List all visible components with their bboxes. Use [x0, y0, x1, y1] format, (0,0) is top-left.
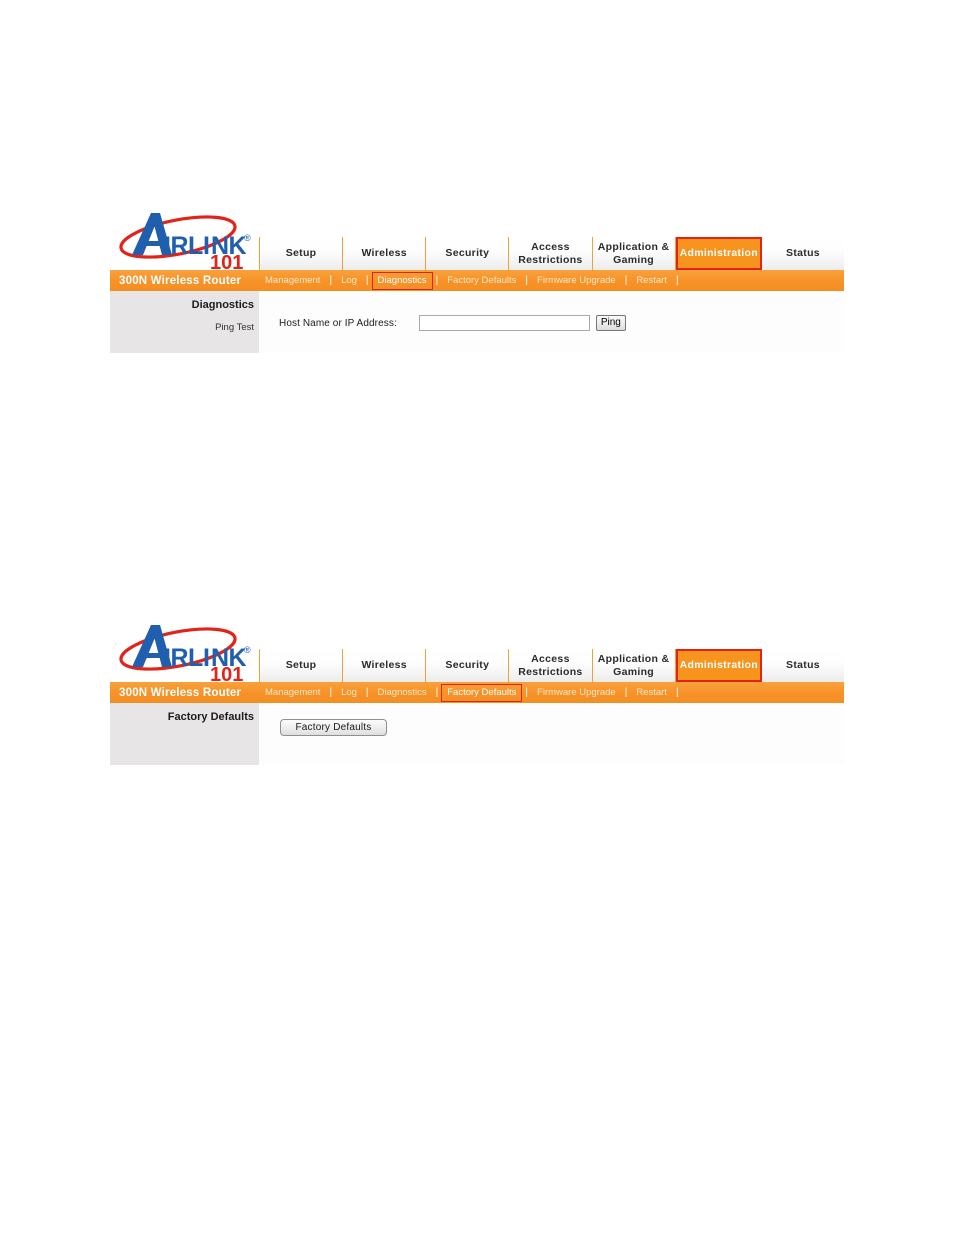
airlink-logo-icon: IRL I NK ® 101 — [119, 625, 251, 682]
tab-setup[interactable]: Setup — [259, 649, 344, 682]
subnav-link-log[interactable]: Log — [335, 684, 363, 702]
tab-application-gaming[interactable]: Application & Gaming — [592, 649, 676, 682]
svg-text:®: ® — [244, 645, 251, 655]
ping-button[interactable]: Ping — [595, 315, 626, 331]
svg-text:101: 101 — [210, 664, 243, 682]
subnav-link-log[interactable]: Log — [335, 272, 363, 290]
tab-application-gaming[interactable]: Application & Gaming — [592, 237, 676, 270]
sidebar-section-title: Diagnostics — [191, 299, 254, 311]
svg-text:I: I — [203, 644, 209, 672]
tab-access-restrictions[interactable]: Access Restrictions — [509, 649, 593, 682]
subnav-link-management[interactable]: Management — [259, 272, 326, 290]
subnav-link-management[interactable]: Management — [259, 684, 326, 702]
sub-navigation-bar: 300N Wireless Router Management | Log | … — [110, 270, 844, 291]
ping-test-row: Host Name or IP Address: Ping — [279, 315, 626, 331]
panel-body: Diagnostics Ping Test Host Name or IP Ad… — [110, 291, 844, 353]
router-admin-panel-diagnostics: IRL I NK ® 101 Setup Wireless Security A… — [110, 205, 845, 353]
sidebar-section-subtitle: Ping Test — [215, 322, 254, 333]
subnav-separator: | — [675, 686, 679, 698]
subnav-link-factory-defaults[interactable]: Factory Defaults — [441, 683, 523, 702]
airlink-logo: IRL I NK ® 101 — [110, 617, 259, 682]
subnav-separator: | — [525, 274, 529, 286]
panel-content: Host Name or IP Address: Ping — [259, 291, 844, 353]
tab-wireless[interactable]: Wireless — [343, 237, 427, 270]
model-name-label: 300N Wireless Router — [119, 686, 242, 699]
svg-text:IRL: IRL — [164, 232, 203, 260]
host-name-label: Host Name or IP Address: — [279, 317, 397, 329]
svg-text:IRL: IRL — [164, 644, 203, 672]
tab-status[interactable]: Status — [761, 649, 845, 682]
svg-text:®: ® — [244, 233, 251, 243]
tab-access-restrictions[interactable]: Access Restrictions — [509, 237, 593, 270]
subnav-link-firmware-upgrade[interactable]: Firmware Upgrade — [531, 272, 622, 290]
tab-status[interactable]: Status — [761, 237, 845, 270]
main-tab-strip: Setup Wireless Security Access Restricti… — [259, 237, 845, 270]
panel-content: Factory Defaults — [259, 703, 844, 765]
subnav-separator: | — [329, 274, 333, 286]
subnav-separator: | — [365, 686, 369, 698]
model-name-label: 300N Wireless Router — [119, 274, 242, 287]
tab-security[interactable]: Security — [426, 237, 510, 270]
panel-header: IRL I NK ® 101 Setup Wireless Security A… — [110, 205, 845, 270]
sub-navigation-bar: 300N Wireless Router Management | Log | … — [110, 682, 844, 703]
subnav-separator: | — [435, 686, 439, 698]
subnav-separator: | — [435, 274, 439, 286]
panel-header: IRL I NK ® 101 Setup Wireless Security A… — [110, 617, 845, 682]
subnav-link-factory-defaults[interactable]: Factory Defaults — [441, 272, 522, 290]
subnav-separator: | — [329, 686, 333, 698]
airlink-logo-icon: IRL I NK ® 101 — [119, 213, 251, 270]
airlink-logo: IRL I NK ® 101 — [110, 205, 259, 270]
subnav-separator: | — [365, 274, 369, 286]
svg-text:101: 101 — [210, 252, 243, 270]
subnav-link-restart[interactable]: Restart — [630, 272, 673, 290]
subnav-separator: | — [624, 686, 628, 698]
panel-sidebar: Diagnostics Ping Test — [110, 291, 259, 353]
tab-wireless[interactable]: Wireless — [343, 649, 427, 682]
tab-administration[interactable]: Administration — [675, 649, 762, 682]
panel-body: Factory Defaults Factory Defaults — [110, 703, 844, 765]
document-page: IRL I NK ® 101 Setup Wireless Security A… — [0, 0, 954, 1235]
svg-text:I: I — [203, 232, 209, 260]
router-admin-panel-factory-defaults: IRL I NK ® 101 Setup Wireless Security A… — [110, 617, 845, 765]
tab-security[interactable]: Security — [426, 649, 510, 682]
main-tab-strip: Setup Wireless Security Access Restricti… — [259, 649, 845, 682]
subnav-link-firmware-upgrade[interactable]: Firmware Upgrade — [531, 684, 622, 702]
host-name-input[interactable] — [418, 315, 590, 331]
subnav-link-restart[interactable]: Restart — [630, 684, 673, 702]
subnav-separator: | — [624, 274, 628, 286]
subnav-link-diagnostics[interactable]: Diagnostics — [371, 271, 433, 290]
subnav-link-diagnostics[interactable]: Diagnostics — [372, 684, 433, 702]
tab-setup[interactable]: Setup — [259, 237, 344, 270]
subnav-separator: | — [675, 274, 679, 286]
sidebar-section-title: Factory Defaults — [167, 711, 254, 723]
sub-navigation-links: Management | Log | Diagnostics | Factory… — [259, 682, 682, 703]
tab-administration[interactable]: Administration — [675, 237, 762, 270]
panel-sidebar: Factory Defaults — [110, 703, 259, 765]
sub-navigation-links: Management | Log | Diagnostics | Factory… — [259, 270, 682, 291]
subnav-separator: | — [525, 686, 529, 698]
factory-defaults-button[interactable]: Factory Defaults — [280, 719, 387, 736]
